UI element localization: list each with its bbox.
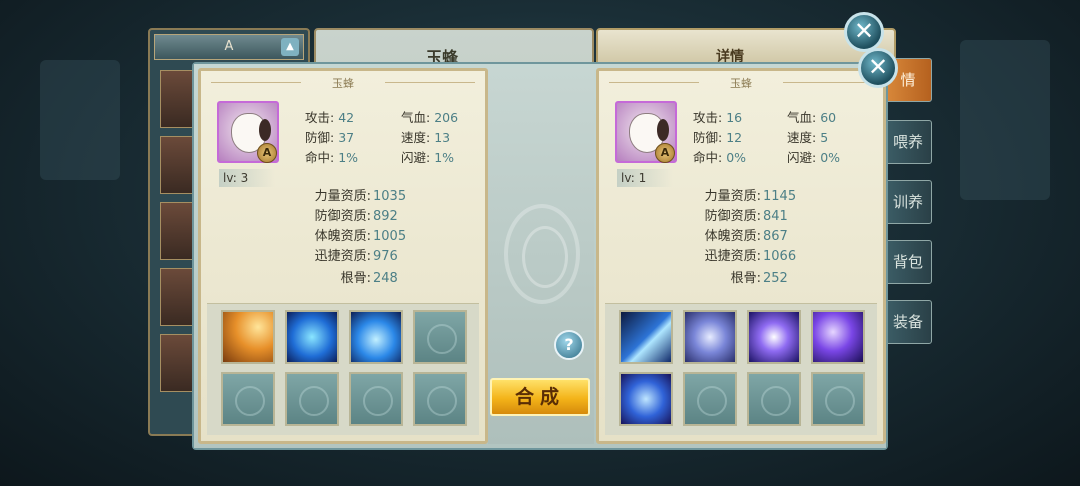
shield-skill-icon[interactable] [619, 372, 673, 426]
help-button[interactable]: ? [554, 330, 584, 360]
water-heart-skill-icon[interactable] [349, 310, 403, 364]
orb-skill-icon[interactable] [683, 310, 737, 364]
right-pet-card: 玉蜂 A lv: 1 攻击: 16 气血: 60 防御: 12 速度: 5 命中… [596, 68, 886, 444]
aptitude-strength: 力量资质: 1145 [704, 189, 797, 204]
pet-horn-icon [259, 119, 271, 141]
background-decoration [40, 60, 120, 180]
empty-skill-slot[interactable] [413, 372, 467, 426]
stat-defense: 防御: 37 [305, 130, 355, 145]
pet-horn-icon [657, 119, 669, 141]
aptitude-bone: 根骨: 248 [340, 271, 398, 286]
pet-list-filter-tab[interactable]: A ▲ [154, 34, 304, 60]
slash-skill-icon[interactable] [619, 310, 673, 364]
stat-hit: 命中: 0% [693, 150, 747, 165]
left-pet-portrait[interactable]: A [217, 101, 279, 163]
left-pet-name: 玉蜂 [332, 77, 354, 90]
claw-strike-skill-icon[interactable] [221, 310, 275, 364]
pet-list-filter-label: A [224, 39, 234, 54]
aptitude-defense: 防御资质: 892 [314, 209, 398, 224]
dragon-emblem-icon [504, 204, 580, 304]
empty-skill-slot[interactable] [221, 372, 275, 426]
right-pet-name: 玉蜂 [730, 77, 752, 90]
empty-skill-slot[interactable] [811, 372, 865, 426]
aptitude-bone: 根骨: 252 [730, 271, 788, 286]
stat-hp: 气血: 60 [787, 110, 837, 125]
left-pet-level: lv: 3 [219, 169, 275, 187]
aptitude-physique: 体魄资质: 1005 [314, 229, 407, 244]
aptitude-agility: 迅捷资质: 976 [314, 249, 398, 264]
empty-skill-slot[interactable] [683, 372, 737, 426]
empty-skill-slot[interactable] [349, 372, 403, 426]
stat-attack: 攻击: 16 [693, 110, 743, 125]
blue-beast-skill-icon[interactable] [285, 310, 339, 364]
empty-skill-slot[interactable] [285, 372, 339, 426]
pet-list-item[interactable] [160, 334, 196, 392]
stat-speed: 速度: 5 [787, 130, 829, 145]
tab-equip[interactable]: 装备 [884, 300, 932, 344]
combine-button[interactable]: 合成 [490, 378, 590, 416]
rank-badge: A [257, 143, 277, 163]
pet-list-item[interactable] [160, 136, 196, 194]
stat-speed: 速度: 13 [401, 130, 451, 145]
background-close-button[interactable]: ✕ [844, 12, 884, 52]
aptitude-agility: 迅捷资质: 1066 [704, 249, 797, 264]
empty-skill-slot[interactable] [747, 372, 801, 426]
left-pet-card: 玉蜂 A lv: 3 攻击: 42 气血: 206 防御: 37 速度: 13 … [198, 68, 488, 444]
empty-skill-slot[interactable] [413, 310, 467, 364]
aptitude-physique: 体魄资质: 867 [704, 229, 788, 244]
pet-list-item[interactable] [160, 70, 196, 128]
rank-badge: A [655, 143, 675, 163]
stat-hp: 气血: 206 [401, 110, 459, 125]
lightning-skill-icon[interactable] [811, 310, 865, 364]
pet-list-item[interactable] [160, 268, 196, 326]
left-skill-panel [207, 303, 479, 435]
vortex-skill-icon[interactable] [747, 310, 801, 364]
tab-feed[interactable]: 喂养 [884, 120, 932, 164]
stat-attack: 攻击: 42 [305, 110, 355, 125]
stat-defense: 防御: 12 [693, 130, 743, 145]
pet-list-item[interactable] [160, 202, 196, 260]
background-decoration [960, 40, 1050, 200]
stat-dodge: 闪避: 1% [401, 150, 455, 165]
right-skill-panel [605, 303, 877, 435]
right-pet-portrait[interactable]: A [615, 101, 677, 163]
chevron-up-icon[interactable]: ▲ [281, 38, 299, 56]
right-pet-level: lv: 1 [617, 169, 673, 187]
aptitude-defense: 防御资质: 841 [704, 209, 788, 224]
aptitude-strength: 力量资质: 1035 [314, 189, 407, 204]
stat-dodge: 闪避: 0% [787, 150, 841, 165]
close-button[interactable]: ✕ [858, 48, 898, 88]
tab-bag[interactable]: 背包 [884, 240, 932, 284]
tab-train[interactable]: 训养 [884, 180, 932, 224]
stat-hit: 命中: 1% [305, 150, 359, 165]
